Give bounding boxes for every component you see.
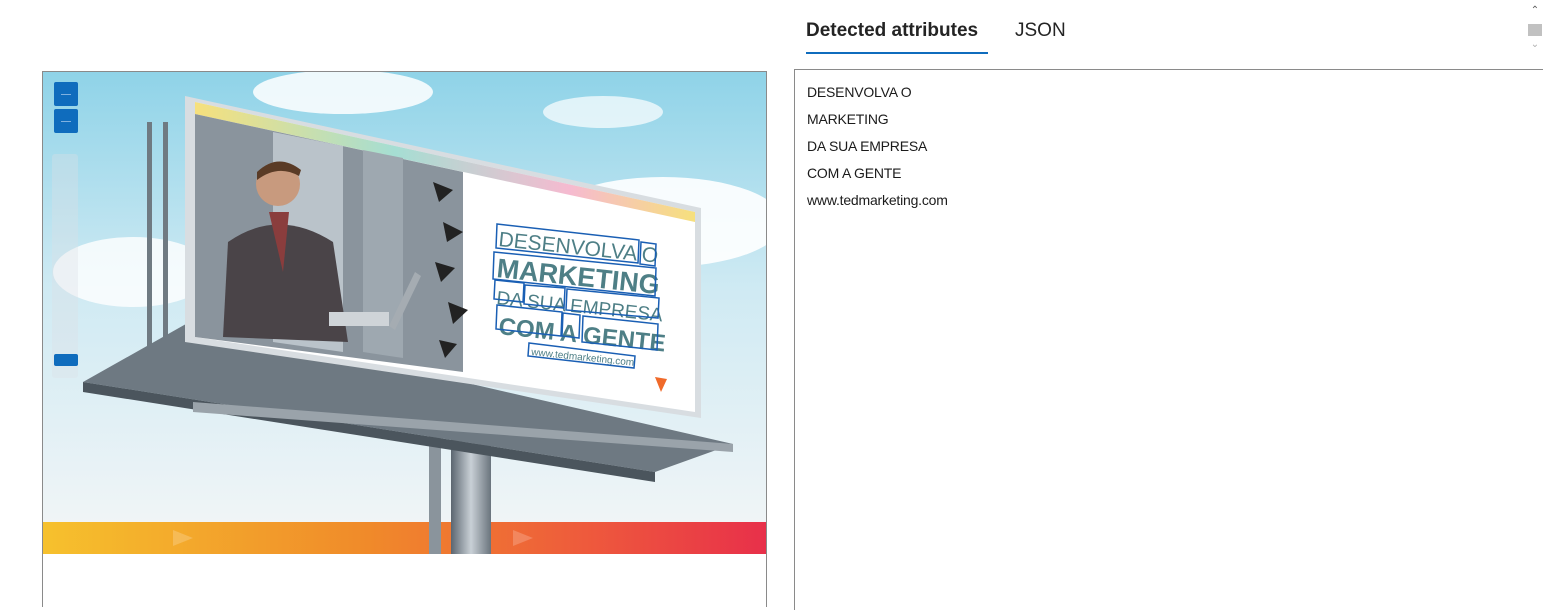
page-scrollbar[interactable]: ⌃ ⌄ <box>1527 4 1543 54</box>
chevron-up-icon[interactable]: ⌃ <box>1527 4 1543 18</box>
zoom-in-button[interactable] <box>54 82 78 106</box>
tab-detected-attributes[interactable]: Detected attributes <box>806 18 988 54</box>
list-item: COM A GENTE <box>807 165 902 181</box>
zoom-out-button[interactable] <box>54 109 78 133</box>
plus-icon <box>61 93 71 95</box>
detected-attributes-panel: DESENVOLVA O MARKETING DA SUA EMPRESA CO… <box>794 69 1543 610</box>
list-item: www.tedmarketing.com <box>807 192 948 208</box>
zoom-slider-track[interactable] <box>52 154 78 378</box>
billboard-photo: DESENVOLVA O MARKETING DA SUA EMPRESA CO… <box>43 72 766 607</box>
detected-lines-list: DESENVOLVA O MARKETING DA SUA EMPRESA CO… <box>795 70 1543 214</box>
tab-json[interactable]: JSON <box>1015 18 1066 52</box>
image-viewer[interactable]: DESENVOLVA O MARKETING DA SUA EMPRESA CO… <box>42 71 767 607</box>
scrollbar-thumb[interactable] <box>1528 24 1542 36</box>
zoom-slider-thumb[interactable] <box>54 354 78 366</box>
chevron-down-icon[interactable]: ⌄ <box>1527 38 1543 52</box>
list-item: MARKETING <box>807 111 889 127</box>
list-item: DA SUA EMPRESA <box>807 138 928 154</box>
minus-icon <box>61 120 71 122</box>
list-item: DESENVOLVA O <box>807 84 912 100</box>
